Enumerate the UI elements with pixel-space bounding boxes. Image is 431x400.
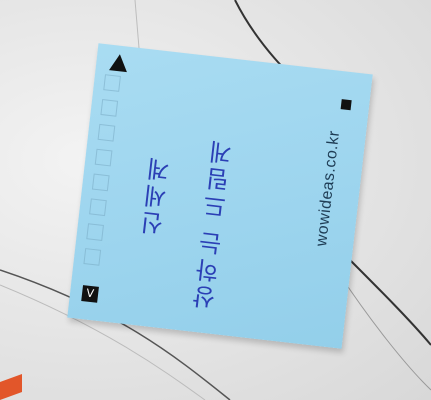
sticky-note: V 신세계 상하는 드림게 wowideas.co.kr [67, 43, 373, 349]
checkbox [103, 74, 121, 92]
photo-scene: V 신세계 상하는 드림게 wowideas.co.kr [0, 0, 431, 400]
checkbox [94, 148, 113, 167]
stop-square-icon [340, 99, 352, 111]
handwritten-text-line-1: 신세계 [139, 153, 177, 238]
checkbox [89, 198, 107, 217]
checkbox [97, 123, 116, 142]
handwritten-text-line-2: 상하는 드림게 [191, 136, 239, 312]
checkbox [100, 99, 119, 117]
check-badge-icon: V [81, 285, 99, 303]
checkbox [91, 173, 110, 192]
play-triangle-icon [109, 53, 129, 73]
checkbox [83, 248, 102, 266]
brand-url: wowideas.co.kr [313, 129, 344, 248]
checkbox [86, 223, 104, 241]
